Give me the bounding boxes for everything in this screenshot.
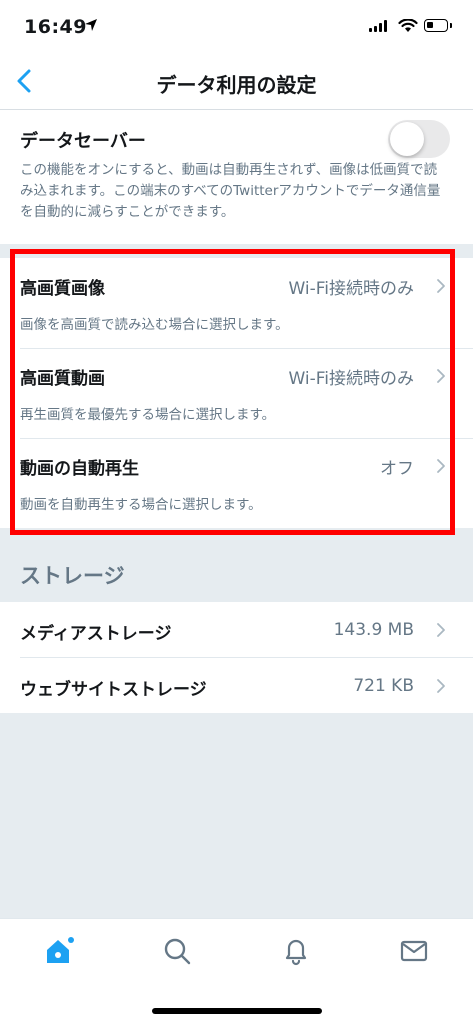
row-title: メディアストレージ	[20, 624, 172, 644]
data-saver-title: データセーバー	[20, 131, 146, 152]
notifications-icon[interactable]	[280, 935, 312, 967]
data-saver-toggle[interactable]	[388, 120, 450, 158]
status-time: 16:49	[24, 16, 87, 38]
battery-icon	[424, 19, 452, 32]
home-indicator	[152, 1008, 322, 1014]
website-storage-row[interactable]: ウェブサイトストレージ 721 KB	[0, 658, 473, 713]
search-icon[interactable]	[161, 935, 193, 967]
location-arrow-icon	[85, 19, 97, 31]
status-bar: 16:49	[0, 0, 473, 52]
toggle-knob	[390, 122, 424, 156]
storage-section: メディアストレージ 143.9 MB ウェブサイトストレージ 721 KB	[0, 602, 473, 713]
page-title: データ利用の設定	[156, 73, 317, 97]
data-saver-description: この機能をオンにすると、動画は自動再生されず、画像は低画質で読み込まれます。この…	[20, 162, 441, 220]
cellular-signal-icon	[369, 20, 391, 32]
chevron-right-icon	[437, 623, 445, 637]
row-value: 143.9 MB	[333, 620, 414, 640]
storage-section-header: ストレージ	[20, 564, 125, 588]
media-storage-row[interactable]: メディアストレージ 143.9 MB	[0, 602, 473, 657]
messages-icon[interactable]	[398, 935, 430, 967]
chevron-right-icon	[437, 679, 445, 693]
wifi-icon	[398, 19, 418, 32]
highlight-box	[10, 249, 455, 535]
home-icon[interactable]	[43, 935, 75, 967]
nav-bar: データ利用の設定	[0, 52, 473, 110]
row-value: 721 KB	[353, 676, 414, 696]
row-title: ウェブサイトストレージ	[20, 680, 207, 700]
